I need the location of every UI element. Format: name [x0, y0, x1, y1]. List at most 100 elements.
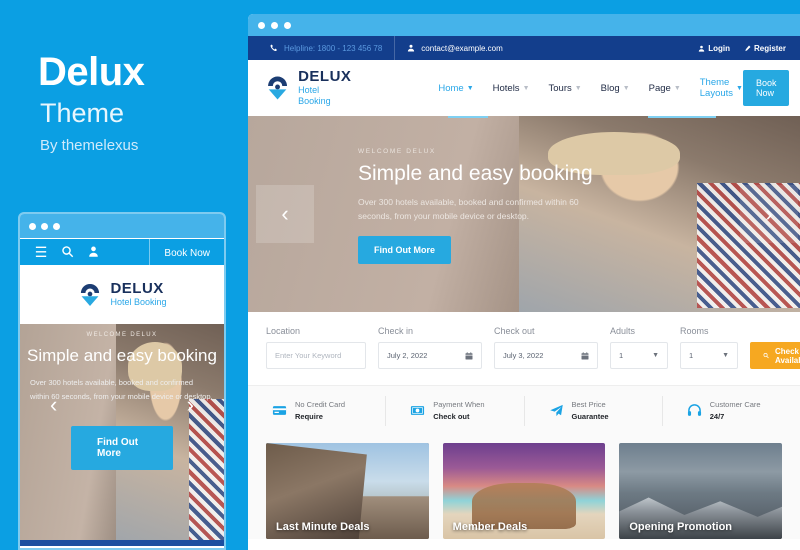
- calendar-icon: [465, 351, 473, 359]
- slider-progress-ticks: [248, 116, 800, 118]
- login-label: Login: [708, 43, 730, 53]
- utility-topbar: Helpline: 1800 - 123 456 78 contact@exam…: [248, 36, 800, 60]
- rooms-value: 1: [689, 351, 694, 360]
- nav-item-page[interactable]: Page ▼: [649, 83, 681, 94]
- deal-card-last-minute[interactable]: Last Minute Deals: [266, 443, 429, 539]
- adults-value: 1: [619, 351, 624, 360]
- search-icon[interactable]: [54, 245, 80, 260]
- feature-line1: Best Price: [571, 400, 606, 410]
- nav-item-tours[interactable]: Tours ▼: [549, 83, 582, 94]
- feature-strip: No Credit Card Require Payment When Chec…: [248, 385, 800, 435]
- mobile-hero-prev-arrow-icon[interactable]: ‹: [50, 392, 57, 418]
- adults-select[interactable]: 1 ▼: [610, 342, 668, 369]
- chevron-down-icon: ▼: [622, 84, 630, 92]
- hero-find-out-more-button[interactable]: Find Out More: [358, 236, 451, 265]
- location-field: Location Enter Your Keyword: [266, 326, 366, 369]
- feature-line1: Payment When: [433, 400, 485, 410]
- mobile-hero: WELCOME DELUX Simple and easy booking Ov…: [20, 324, 224, 546]
- calendar-icon: [581, 351, 589, 359]
- location-input[interactable]: Enter Your Keyword: [266, 342, 366, 369]
- hero-heading: Simple and easy booking: [358, 162, 593, 185]
- location-pin-logo-icon: [268, 76, 288, 100]
- site-logo[interactable]: DELUX Hotel Booking: [264, 69, 352, 106]
- slider-tick-2[interactable]: [648, 116, 716, 118]
- nav-item-home[interactable]: Home ▼: [438, 83, 473, 94]
- hero-prev-arrow-icon[interactable]: ‹: [256, 185, 314, 243]
- user-icon: [408, 44, 415, 52]
- nav-label: Hotels: [492, 82, 520, 94]
- register-link[interactable]: Register: [744, 44, 786, 53]
- location-label: Location: [266, 326, 301, 336]
- rooms-field: Rooms 1 ▼: [680, 326, 738, 369]
- feature-line2: 24/7: [709, 411, 725, 421]
- mobile-hero-heading: Simple and easy booking: [27, 346, 217, 365]
- chevron-down-icon: ▼: [722, 352, 729, 359]
- nav-item-theme-layouts[interactable]: Theme Layouts ▼: [700, 77, 743, 99]
- credit-card-icon: [272, 406, 287, 415]
- phone-icon: [270, 44, 277, 52]
- money-icon: [411, 406, 425, 415]
- deal-card-member[interactable]: Member Deals: [442, 443, 606, 539]
- mobile-mockup: ☰ Book Now DELUX Hotel Booking WELCOME D…: [18, 212, 226, 550]
- mobile-brand-tagline: Hotel Booking: [110, 297, 167, 308]
- checkout-label: Check out: [494, 326, 535, 336]
- mobile-logo[interactable]: DELUX Hotel Booking: [20, 266, 224, 324]
- brand-name: DELUX: [298, 68, 352, 86]
- mobile-book-now-button[interactable]: Book Now: [149, 239, 224, 267]
- deal-title: Opening Promotion: [629, 521, 733, 533]
- nav-label: Page: [648, 82, 671, 94]
- hero-next-arrow-icon[interactable]: ›: [740, 185, 798, 243]
- mobile-hero-next-arrow-icon[interactable]: ›: [187, 392, 194, 418]
- mobile-footer-bar: [20, 540, 224, 546]
- mobile-hero-welcome: WELCOME DELUX: [86, 332, 158, 338]
- checkin-value: July 2, 2022: [387, 351, 428, 360]
- browser-window: Helpline: 1800 - 123 456 78 contact@exam…: [248, 14, 800, 550]
- hero-welcome-label: WELCOME DELUX: [358, 148, 436, 155]
- slider-tick-1[interactable]: [448, 116, 488, 118]
- deal-card-opening-promotion[interactable]: Opening Promotion: [619, 443, 783, 539]
- promo-title: Delux: [38, 50, 145, 94]
- user-icon: [698, 45, 705, 52]
- chevron-down-icon: ▼: [673, 84, 681, 92]
- hero-description: Over 300 hotels available, booked and co…: [358, 197, 579, 222]
- check-availability-button[interactable]: Check Availability: [750, 342, 800, 369]
- book-now-button[interactable]: Book Now: [742, 70, 790, 106]
- checkin-input[interactable]: July 2, 2022: [378, 342, 482, 369]
- tick-gap: [248, 116, 448, 118]
- location-pin-logo-icon: [81, 283, 100, 307]
- hamburger-menu-icon[interactable]: ☰: [28, 245, 54, 259]
- tick-gap: [488, 116, 648, 118]
- feature-best-price: Best Price Guarantee: [523, 395, 662, 426]
- user-account-icon[interactable]: [80, 245, 106, 260]
- deal-title: Last Minute Deals: [276, 521, 370, 533]
- nav-label: Blog: [600, 82, 620, 94]
- email-block: contact@example.com: [395, 36, 515, 60]
- nav-item-hotels[interactable]: Hotels ▼: [493, 83, 530, 94]
- chevron-down-icon: ▼: [736, 84, 743, 92]
- adults-label: Adults: [610, 326, 636, 336]
- mobile-hero-find-out-more-button[interactable]: Find Out More: [71, 426, 173, 470]
- mobile-toolbar: ☰ Book Now: [20, 238, 224, 267]
- chevron-down-icon: ▼: [522, 84, 530, 92]
- checkout-value: July 3, 2022: [503, 351, 544, 360]
- chevron-down-icon: ▼: [466, 84, 474, 92]
- nav-label: Theme Layouts: [699, 77, 734, 99]
- check-availability-label: Check Availability: [774, 346, 800, 365]
- hero-copy: WELCOME DELUX Simple and easy booking Ov…: [358, 148, 618, 265]
- email-text: contact@example.com: [421, 43, 503, 53]
- adults-field: Adults 1 ▼: [610, 326, 668, 369]
- chevron-down-icon: ▼: [574, 84, 582, 92]
- login-link[interactable]: Login: [698, 44, 730, 53]
- window-dot-yellow-icon: [271, 21, 278, 29]
- rooms-select[interactable]: 1 ▼: [680, 342, 738, 369]
- nav-item-blog[interactable]: Blog ▼: [601, 83, 630, 94]
- pencil-icon: [745, 45, 751, 51]
- window-dot-red-icon: [29, 222, 36, 230]
- promo-author: By themelexus: [40, 137, 139, 154]
- feature-payment-when: Payment When Check out: [385, 395, 523, 426]
- main-navbar: DELUX Hotel Booking Home ▼ Hotels ▼ Tour…: [248, 60, 800, 116]
- checkout-input[interactable]: July 3, 2022: [494, 342, 598, 369]
- deal-cards: Last Minute Deals Member Deals Opening P…: [248, 435, 800, 539]
- nav-label: Home: [438, 82, 464, 94]
- mobile-browser-chrome: [20, 214, 224, 238]
